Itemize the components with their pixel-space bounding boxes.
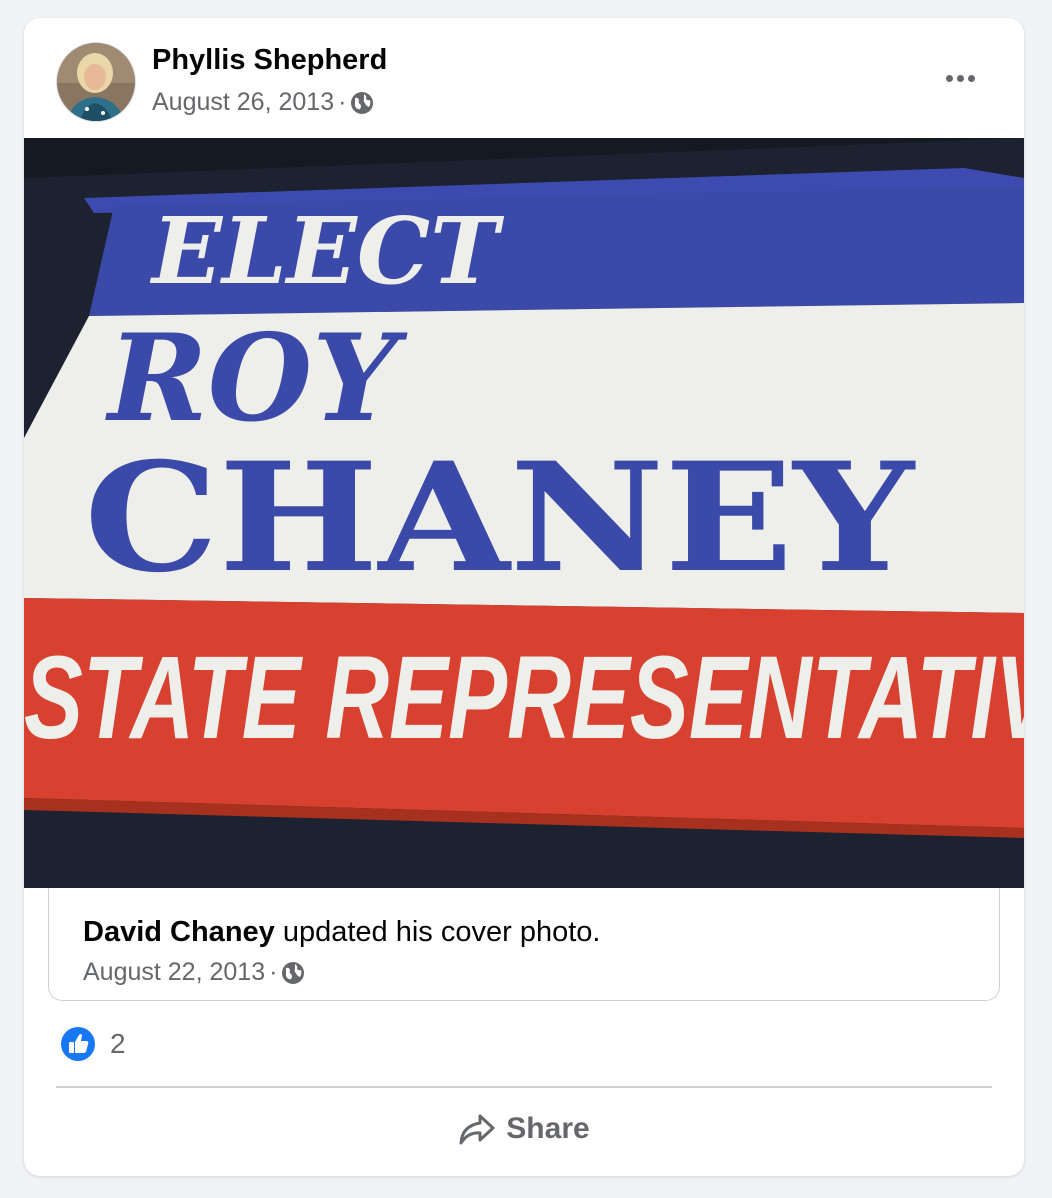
post-header: Phyllis Shepherd August 26, 2013 · [24,18,1024,138]
post-card: Phyllis Shepherd August 26, 2013 · ELECT [24,18,1024,1176]
sign-office-text: STATE REPRESENTATIV [24,632,1024,764]
reaction-count: 2 [110,1028,126,1059]
meta-separator: · [338,88,347,116]
actions-divider [56,1086,992,1088]
avatar-image [57,43,135,121]
sign-name-first: ROY [105,308,408,449]
author-name[interactable]: Phyllis Shepherd [152,44,387,77]
shared-meta-separator: · [269,958,278,986]
sign-name-last: CHANEY [84,430,916,606]
reactions-summary[interactable]: 2 [60,1026,126,1062]
share-button[interactable]: Share [56,1096,992,1162]
sign-elect-text: ELECT [149,197,505,305]
globe-icon[interactable] [281,961,305,985]
share-icon [459,1114,495,1145]
more-options-icon[interactable] [936,62,984,94]
shared-update-box[interactable]: David Chaney updated his cover photo. Au… [48,888,1000,1001]
post-date[interactable]: August 26, 2013 [152,88,334,117]
author-avatar[interactable] [56,42,136,122]
like-icon [61,1027,95,1061]
shared-update-text: David Chaney updated his cover photo. [83,916,600,949]
shared-action: updated his cover photo. [274,916,601,948]
shared-date[interactable]: August 22, 2013 [83,958,265,987]
cover-photo[interactable]: ELECT ROY CHANEY STATE REPRESENTATIV [24,138,1024,888]
post-meta: August 26, 2013 · [152,88,374,117]
shared-meta: August 22, 2013 · [83,958,305,987]
share-label: Share [506,1112,590,1145]
globe-icon[interactable] [350,91,374,115]
shared-author[interactable]: David Chaney [83,916,275,948]
